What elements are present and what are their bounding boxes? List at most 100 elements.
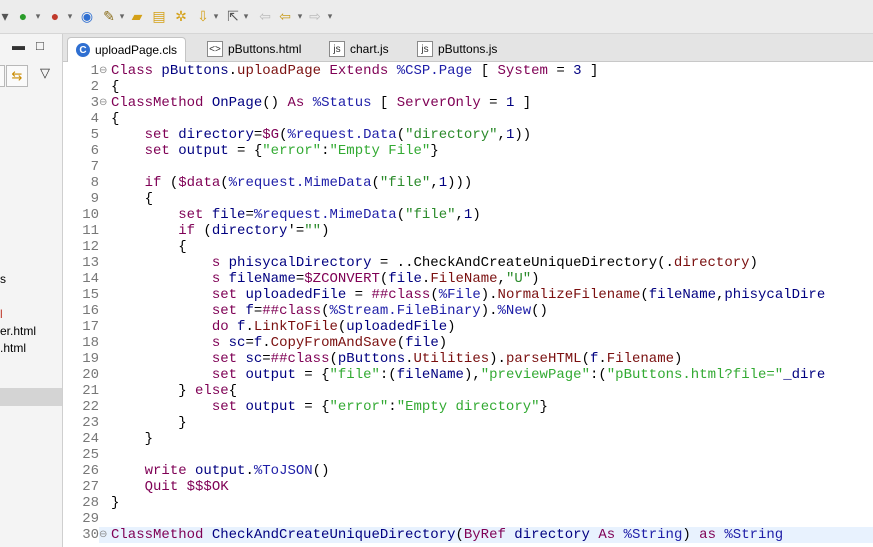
code-line[interactable]: }: [111, 415, 186, 431]
line-number: 22: [82, 399, 99, 415]
line-number: 20: [82, 367, 99, 383]
toolbar-dropdown-icon[interactable]: ▾: [0, 8, 10, 24]
code-line[interactable]: if ($data(%request.MimeData("file",1))): [111, 175, 473, 191]
code-line[interactable]: s sc=f.CopyFromAndSave(file): [111, 335, 447, 351]
line-number: 23: [82, 415, 99, 431]
link-with-editor-icon[interactable]: ⇆: [6, 65, 28, 87]
code-line[interactable]: s phisycalDirectory = ..CheckAndCreateUn…: [111, 255, 758, 271]
fold-toggle-icon[interactable]: ⊖: [99, 95, 107, 111]
line-number: 27: [82, 479, 99, 495]
tree-selection-highlight: [0, 388, 62, 406]
fold-toggle-icon[interactable]: ⊖: [99, 527, 107, 543]
code-line[interactable]: set file=%request.MimeData("file",1): [111, 207, 481, 223]
tab-label: uploadPage.cls: [95, 43, 178, 57]
import-dropdown-icon[interactable]: ▾: [212, 8, 220, 24]
code-line[interactable]: set sc=##class(pButtons.Utilities).parse…: [111, 351, 683, 367]
line-number: 2: [90, 79, 99, 95]
code-line[interactable]: ClassMethod OnPage() As %Status [ Server…: [111, 95, 531, 111]
line-number: 18: [82, 335, 99, 351]
run-dropdown-icon[interactable]: ▾: [34, 8, 42, 24]
code-line[interactable]: Class pButtons.uploadPage Extends %CSP.P…: [111, 63, 598, 79]
code-line[interactable]: {: [111, 239, 186, 255]
tab-uploadpage-cls[interactable]: C uploadPage.cls: [67, 37, 187, 62]
navigate-icon[interactable]: ⇱: [224, 8, 242, 24]
line-number: 8: [90, 175, 99, 191]
line-number: 6: [90, 143, 99, 159]
code-line[interactable]: do f.LinkToFile(uploadedFile): [111, 319, 456, 335]
code-line[interactable]: {: [111, 111, 119, 127]
code-line[interactable]: set output = {"error":"Empty File"}: [111, 143, 439, 159]
line-number: 15: [82, 287, 99, 303]
line-number: 4: [90, 111, 99, 127]
line-number: 12: [82, 239, 99, 255]
html-file-icon: <>: [207, 41, 223, 57]
minimize-icon[interactable]: ▬: [12, 39, 25, 53]
js-file-icon: js: [329, 41, 345, 57]
code-line[interactable]: write output.%ToJSON(): [111, 463, 330, 479]
tab-label: chart.js: [350, 42, 389, 56]
wand-dropdown-icon[interactable]: ▾: [118, 8, 126, 24]
maximize-icon[interactable]: □: [36, 39, 44, 53]
line-number: 26: [82, 463, 99, 479]
code-line[interactable]: }: [111, 495, 119, 511]
back-icon[interactable]: ⇦: [276, 8, 294, 24]
code-line[interactable]: set output = {"file":(fileName),"preview…: [111, 367, 825, 383]
wand-icon[interactable]: ✎: [100, 8, 118, 24]
js-file-icon: js: [417, 41, 433, 57]
line-number: 30: [82, 527, 99, 543]
code-line[interactable]: s fileName=$ZCONVERT(file.FileName,"U"): [111, 271, 540, 287]
line-number: 16: [82, 303, 99, 319]
line-number: 13: [82, 255, 99, 271]
forward-icon: ⇨: [309, 8, 321, 24]
tab-label: pButtons.html: [228, 42, 302, 56]
line-number-gutter: 1 ⊖ 2 3 ⊖ 4 5 6 7 8 9 10 11 12 13 14 15 16 17 18 19 20 21 22 23 2…: [63, 62, 107, 547]
code-line[interactable]: set uploadedFile = ##class(%File).Normal…: [111, 287, 825, 303]
line-number: 3: [90, 95, 99, 111]
line-number: 9: [90, 191, 99, 207]
code-line[interactable]: if (directory'=""): [111, 223, 329, 239]
code-line[interactable]: }: [111, 431, 153, 447]
code-line[interactable]: Quit $$$OK: [111, 479, 229, 495]
code-line[interactable]: set directory=$G(%request.Data("director…: [111, 127, 532, 143]
debug-icon[interactable]: ●: [46, 8, 64, 24]
line-number: 14: [82, 271, 99, 287]
navigate-dropdown-icon[interactable]: ▾: [242, 8, 250, 24]
code-line[interactable]: set f=##class(%Stream.FileBinary).%New(): [111, 303, 548, 319]
tab-pbuttons-html[interactable]: <> pButtons.html: [201, 37, 307, 61]
tab-label: pButtons.js: [438, 42, 498, 56]
view-menu-icon[interactable]: ▽: [40, 66, 50, 80]
line-number: 17: [82, 319, 99, 335]
line-number: 11: [82, 223, 99, 239]
run-icon[interactable]: ●: [14, 8, 32, 24]
main-toolbar: ▾ ● ▾ ● ▾ ◉ ✎ ▾ ▰ ▤ ✲ ⇩ ▾ ⇱ ▾ ⇦ ⇦ ▾ ⇨ ▾: [0, 0, 873, 34]
back-disabled-icon: ⇦: [259, 8, 271, 24]
code-line[interactable]: ClassMethod CheckAndCreateUniqueDirector…: [111, 527, 783, 543]
cls-file-icon: C: [76, 43, 90, 57]
code-line[interactable]: set output = {"error":"Empty directory"}: [111, 399, 548, 415]
code-line[interactable]: } else{: [111, 383, 237, 399]
forward-dropdown-icon: ▾: [327, 11, 333, 21]
code-line[interactable]: {: [111, 191, 153, 207]
tree-item[interactable]: s: [0, 272, 6, 286]
tree-item[interactable]: l: [0, 307, 3, 321]
new-folder-icon[interactable]: ▤: [150, 8, 168, 24]
panel-tool-partial[interactable]: [0, 65, 5, 87]
line-number: 28: [82, 495, 99, 511]
code-editor[interactable]: 1 ⊖ 2 3 ⊖ 4 5 6 7 8 9 10 11 12 13 14 15 16 17 18 19 20 21 22 23 2…: [63, 62, 873, 547]
line-number: 24: [82, 431, 99, 447]
line-number: 5: [90, 127, 99, 143]
connect-icon[interactable]: ◉: [78, 8, 96, 24]
import-icon[interactable]: ⇩: [194, 8, 212, 24]
code-line[interactable]: {: [111, 79, 119, 95]
tree-item[interactable]: .html: [0, 341, 26, 355]
line-number: 19: [82, 351, 99, 367]
debug-dropdown-icon[interactable]: ▾: [66, 8, 74, 24]
settings-icon[interactable]: ✲: [172, 8, 190, 24]
fold-toggle-icon[interactable]: ⊖: [99, 63, 107, 79]
left-side-panel: ▬ □ ⇆ ▽ s l er.html .html: [0, 34, 63, 547]
tree-item[interactable]: er.html: [0, 324, 36, 338]
tab-chart-js[interactable]: js chart.js: [323, 37, 395, 61]
back-dropdown-icon[interactable]: ▾: [296, 8, 304, 24]
tab-pbuttons-js[interactable]: js pButtons.js: [411, 37, 503, 61]
open-folder-icon[interactable]: ▰: [128, 8, 146, 24]
